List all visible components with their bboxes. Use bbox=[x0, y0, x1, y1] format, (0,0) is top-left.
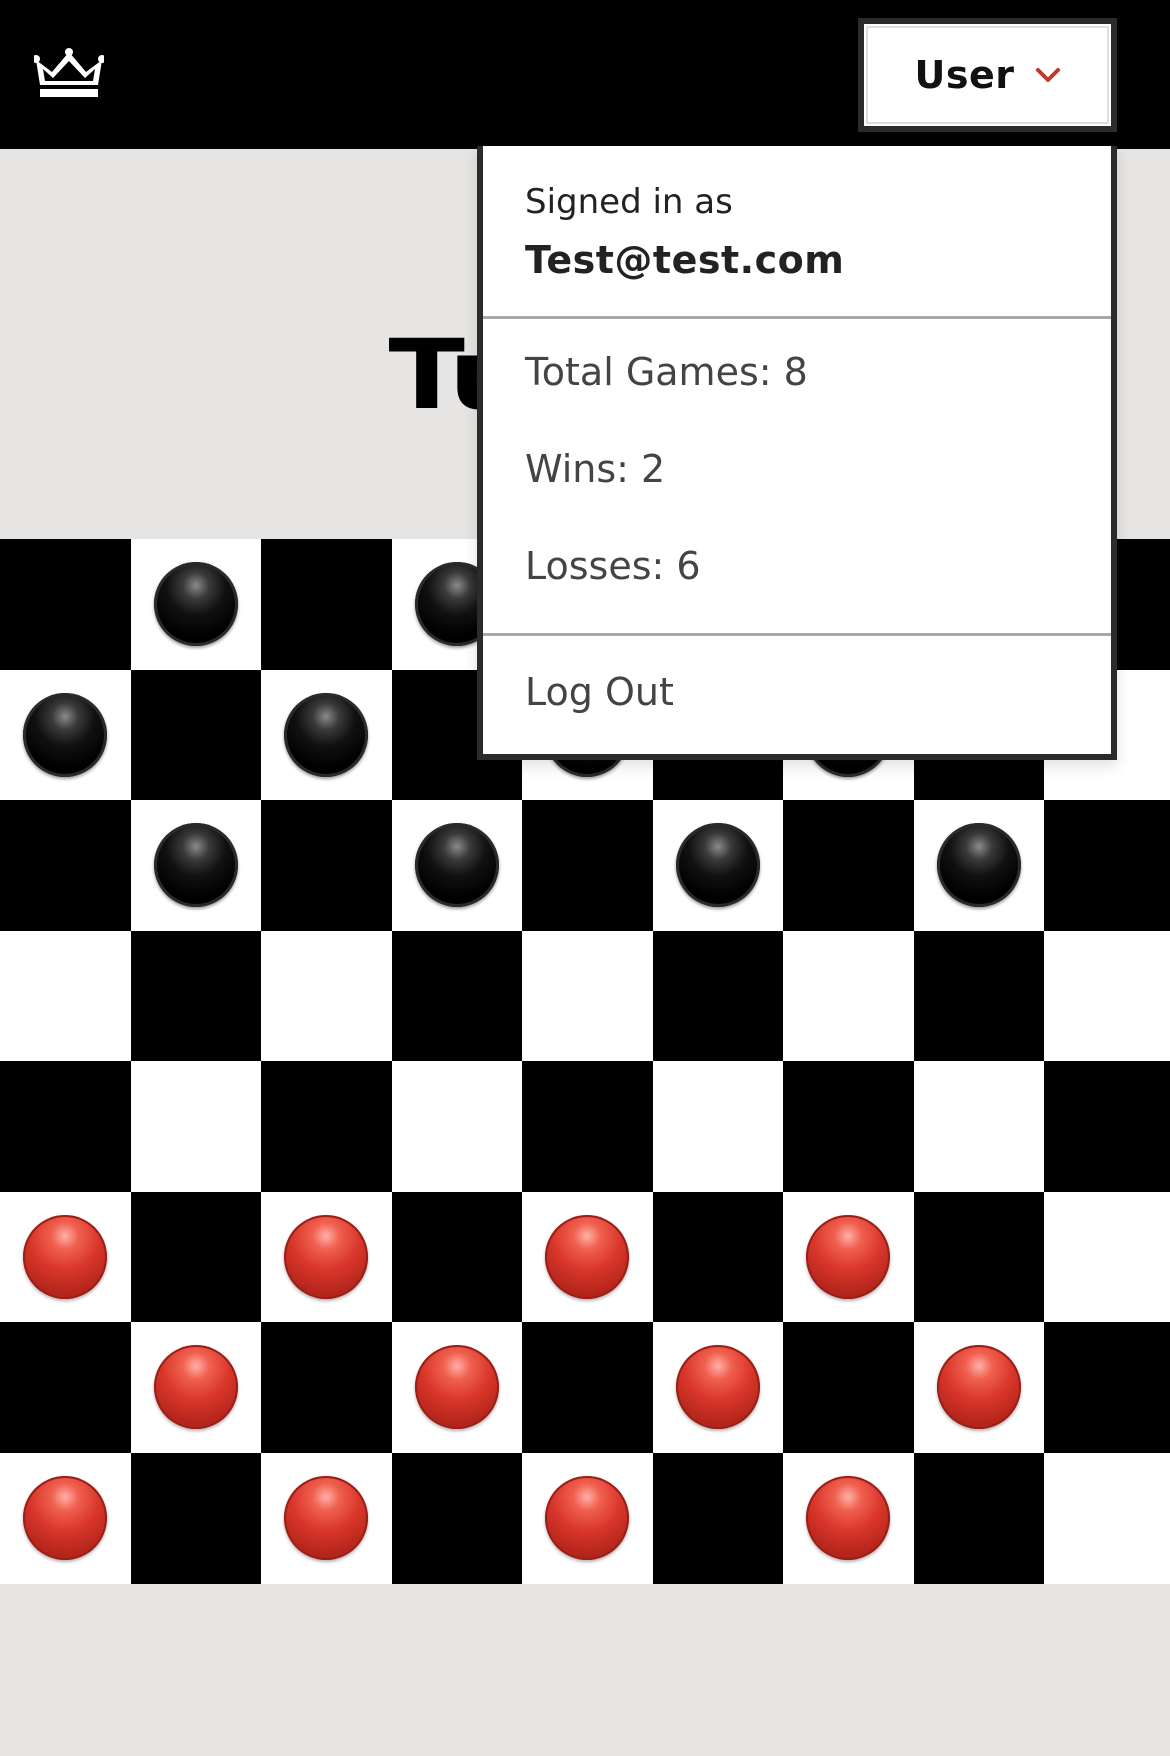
board-square[interactable] bbox=[391, 930, 523, 1062]
red-checker-piece[interactable] bbox=[284, 1475, 369, 1560]
stat-wins: Wins: 2 bbox=[525, 447, 666, 491]
board-square[interactable] bbox=[1044, 1322, 1170, 1454]
black-checker-piece[interactable] bbox=[675, 823, 760, 908]
red-checker-piece[interactable] bbox=[545, 1214, 630, 1299]
board-square[interactable] bbox=[130, 539, 262, 671]
board-square[interactable] bbox=[783, 1191, 915, 1323]
board-square[interactable] bbox=[783, 1061, 915, 1193]
board-square[interactable] bbox=[261, 1452, 393, 1584]
user-menu-button[interactable]: User bbox=[858, 18, 1117, 132]
chevron-down-icon bbox=[1035, 68, 1060, 82]
dropdown-account-section: Signed in as Test@test.com bbox=[483, 146, 1111, 319]
board-square[interactable] bbox=[261, 669, 393, 801]
board-square[interactable] bbox=[0, 930, 132, 1062]
board-square[interactable] bbox=[913, 1452, 1045, 1584]
black-checker-piece[interactable] bbox=[414, 823, 499, 908]
board-square[interactable] bbox=[130, 1191, 262, 1323]
black-checker-piece[interactable] bbox=[153, 823, 238, 908]
board-square[interactable] bbox=[522, 1191, 654, 1323]
board-square[interactable] bbox=[1044, 1191, 1170, 1323]
board-square[interactable] bbox=[0, 800, 132, 932]
board-square[interactable] bbox=[522, 930, 654, 1062]
stat-losses: Losses: 6 bbox=[525, 544, 701, 588]
board-square[interactable] bbox=[130, 1061, 262, 1193]
crown-icon[interactable] bbox=[34, 48, 104, 100]
dropdown-stats-section: Total Games: 8 Wins: 2 Losses: 6 bbox=[483, 322, 1111, 636]
board-square[interactable] bbox=[0, 1322, 132, 1454]
board-square[interactable] bbox=[652, 800, 784, 932]
red-checker-piece[interactable] bbox=[675, 1345, 760, 1430]
board-square[interactable] bbox=[261, 1322, 393, 1454]
board-square[interactable] bbox=[652, 1452, 784, 1584]
board-square[interactable] bbox=[522, 1452, 654, 1584]
board-square[interactable] bbox=[783, 1452, 915, 1584]
board-square[interactable] bbox=[391, 1322, 523, 1454]
board-square[interactable] bbox=[261, 539, 393, 671]
red-checker-piece[interactable] bbox=[153, 1345, 238, 1430]
board-square[interactable] bbox=[261, 800, 393, 932]
red-checker-piece[interactable] bbox=[23, 1214, 108, 1299]
board-square[interactable] bbox=[130, 1452, 262, 1584]
top-bar: User bbox=[0, 0, 1170, 149]
board-square[interactable] bbox=[783, 930, 915, 1062]
board-square[interactable] bbox=[783, 800, 915, 932]
board-square[interactable] bbox=[0, 1191, 132, 1323]
board-square[interactable] bbox=[522, 1061, 654, 1193]
board-square[interactable] bbox=[130, 800, 262, 932]
board-square[interactable] bbox=[913, 1322, 1045, 1454]
board-square[interactable] bbox=[130, 669, 262, 801]
board-square[interactable] bbox=[783, 1322, 915, 1454]
user-email: Test@test.com bbox=[525, 238, 845, 282]
footer-strip bbox=[0, 1709, 1170, 1756]
board-square[interactable] bbox=[130, 1322, 262, 1454]
board-square[interactable] bbox=[391, 1452, 523, 1584]
board-square[interactable] bbox=[391, 800, 523, 932]
signed-in-label: Signed in as bbox=[525, 182, 733, 222]
board-square[interactable] bbox=[1044, 1061, 1170, 1193]
red-checker-piece[interactable] bbox=[936, 1345, 1021, 1430]
black-checker-piece[interactable] bbox=[153, 562, 238, 647]
red-checker-piece[interactable] bbox=[23, 1475, 108, 1560]
board-square[interactable] bbox=[391, 1061, 523, 1193]
user-button-label: User bbox=[914, 53, 1015, 97]
board-square[interactable] bbox=[0, 1452, 132, 1584]
board-square[interactable] bbox=[261, 1061, 393, 1193]
board-square[interactable] bbox=[1044, 930, 1170, 1062]
red-checker-piece[interactable] bbox=[806, 1214, 891, 1299]
board-square[interactable] bbox=[130, 930, 262, 1062]
board-square[interactable] bbox=[261, 930, 393, 1062]
black-checker-piece[interactable] bbox=[936, 823, 1021, 908]
board-square[interactable] bbox=[522, 800, 654, 932]
user-dropdown-menu: Signed in as Test@test.com Total Games: … bbox=[477, 146, 1117, 760]
red-checker-piece[interactable] bbox=[806, 1475, 891, 1560]
board-square[interactable] bbox=[652, 1191, 784, 1323]
board-square[interactable] bbox=[391, 1191, 523, 1323]
stat-total-games: Total Games: 8 bbox=[525, 350, 808, 394]
board-square[interactable] bbox=[0, 669, 132, 801]
board-square[interactable] bbox=[261, 1191, 393, 1323]
board-square[interactable] bbox=[0, 539, 132, 671]
red-checker-piece[interactable] bbox=[545, 1475, 630, 1560]
board-square[interactable] bbox=[1044, 800, 1170, 932]
board-square[interactable] bbox=[913, 800, 1045, 932]
board-square[interactable] bbox=[913, 930, 1045, 1062]
board-square[interactable] bbox=[913, 1191, 1045, 1323]
red-checker-piece[interactable] bbox=[284, 1214, 369, 1299]
board-square[interactable] bbox=[652, 930, 784, 1062]
board-square[interactable] bbox=[1044, 1452, 1170, 1584]
board-square[interactable] bbox=[913, 1061, 1045, 1193]
black-checker-piece[interactable] bbox=[284, 692, 369, 777]
board-square[interactable] bbox=[652, 1061, 784, 1193]
board-square[interactable] bbox=[0, 1061, 132, 1193]
logout-menu-item[interactable]: Log Out bbox=[525, 670, 674, 714]
board-square[interactable] bbox=[522, 1322, 654, 1454]
red-checker-piece[interactable] bbox=[414, 1345, 499, 1430]
board-square[interactable] bbox=[652, 1322, 784, 1454]
black-checker-piece[interactable] bbox=[23, 692, 108, 777]
